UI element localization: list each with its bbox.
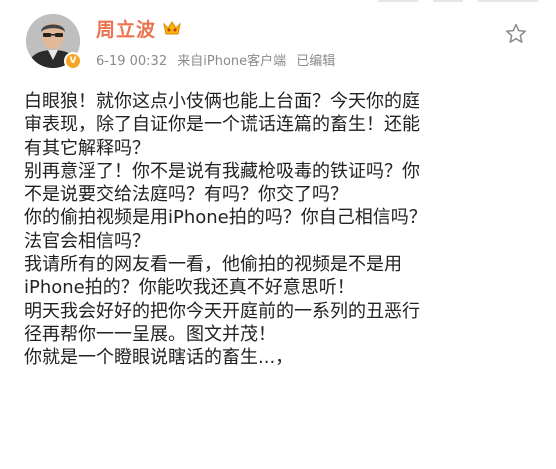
post-line: 不是说要交给法庭吗？有吗？你交了吗？ bbox=[24, 184, 348, 206]
post-line: 你的偷拍视频是用iPhone拍的吗？你自己相信吗？ bbox=[24, 207, 427, 229]
post-line: 明天我会好好的把你今天开庭前的一系列的丑恶行 bbox=[24, 300, 420, 322]
verified-badge-icon: V bbox=[64, 52, 82, 70]
edited-label: 已编辑 bbox=[296, 54, 336, 69]
weibo-post: V 周立波 6-19 00:32 来自iPhone客户端 已编辑 白眼狼！就你这… bbox=[0, 0, 556, 469]
post-line: 你就是一个瞪眼说瞎话的畜生...， bbox=[24, 347, 294, 369]
post-meta: 6-19 00:32 来自iPhone客户端 已编辑 bbox=[96, 50, 341, 69]
post-source[interactable]: 来自iPhone客户端 bbox=[177, 54, 286, 69]
post-header: V 周立波 6-19 00:32 来自iPhone客户端 已编辑 bbox=[20, 14, 540, 76]
post-line: 别再意淫了！你不是说有我藏枪吸毒的铁证吗？你 bbox=[24, 160, 420, 182]
post-line: 白眼狼！就你这点小伎俩也能上台面？今天你的庭 bbox=[24, 91, 420, 112]
star-outline-icon[interactable] bbox=[504, 22, 528, 46]
top-edge-marks bbox=[378, 0, 556, 3]
post-time[interactable]: 6-19 00:32 bbox=[96, 54, 167, 69]
post-line: 我请所有的网友看一看，他偷拍的视频是不是用 bbox=[24, 254, 402, 276]
post-line: 有其它解释吗？ bbox=[24, 137, 150, 159]
vip-crown-icon bbox=[162, 19, 182, 37]
post-line: 径再帮你一一呈展。图文并茂！ bbox=[24, 323, 276, 345]
author-name[interactable]: 周立波 bbox=[96, 15, 156, 42]
post-line: 审表现，除了自证你是一个谎话连篇的畜生！还能 bbox=[24, 114, 420, 136]
post-line: 法官会相信吗？ bbox=[24, 230, 150, 252]
post-text: 白眼狼！就你这点小伎俩也能上台面？今天你的庭 审表现，除了自证你是一个谎话连篇的… bbox=[24, 90, 540, 370]
post-line: iPhone拍的？你能吹我还真不好意思听！ bbox=[24, 277, 355, 299]
